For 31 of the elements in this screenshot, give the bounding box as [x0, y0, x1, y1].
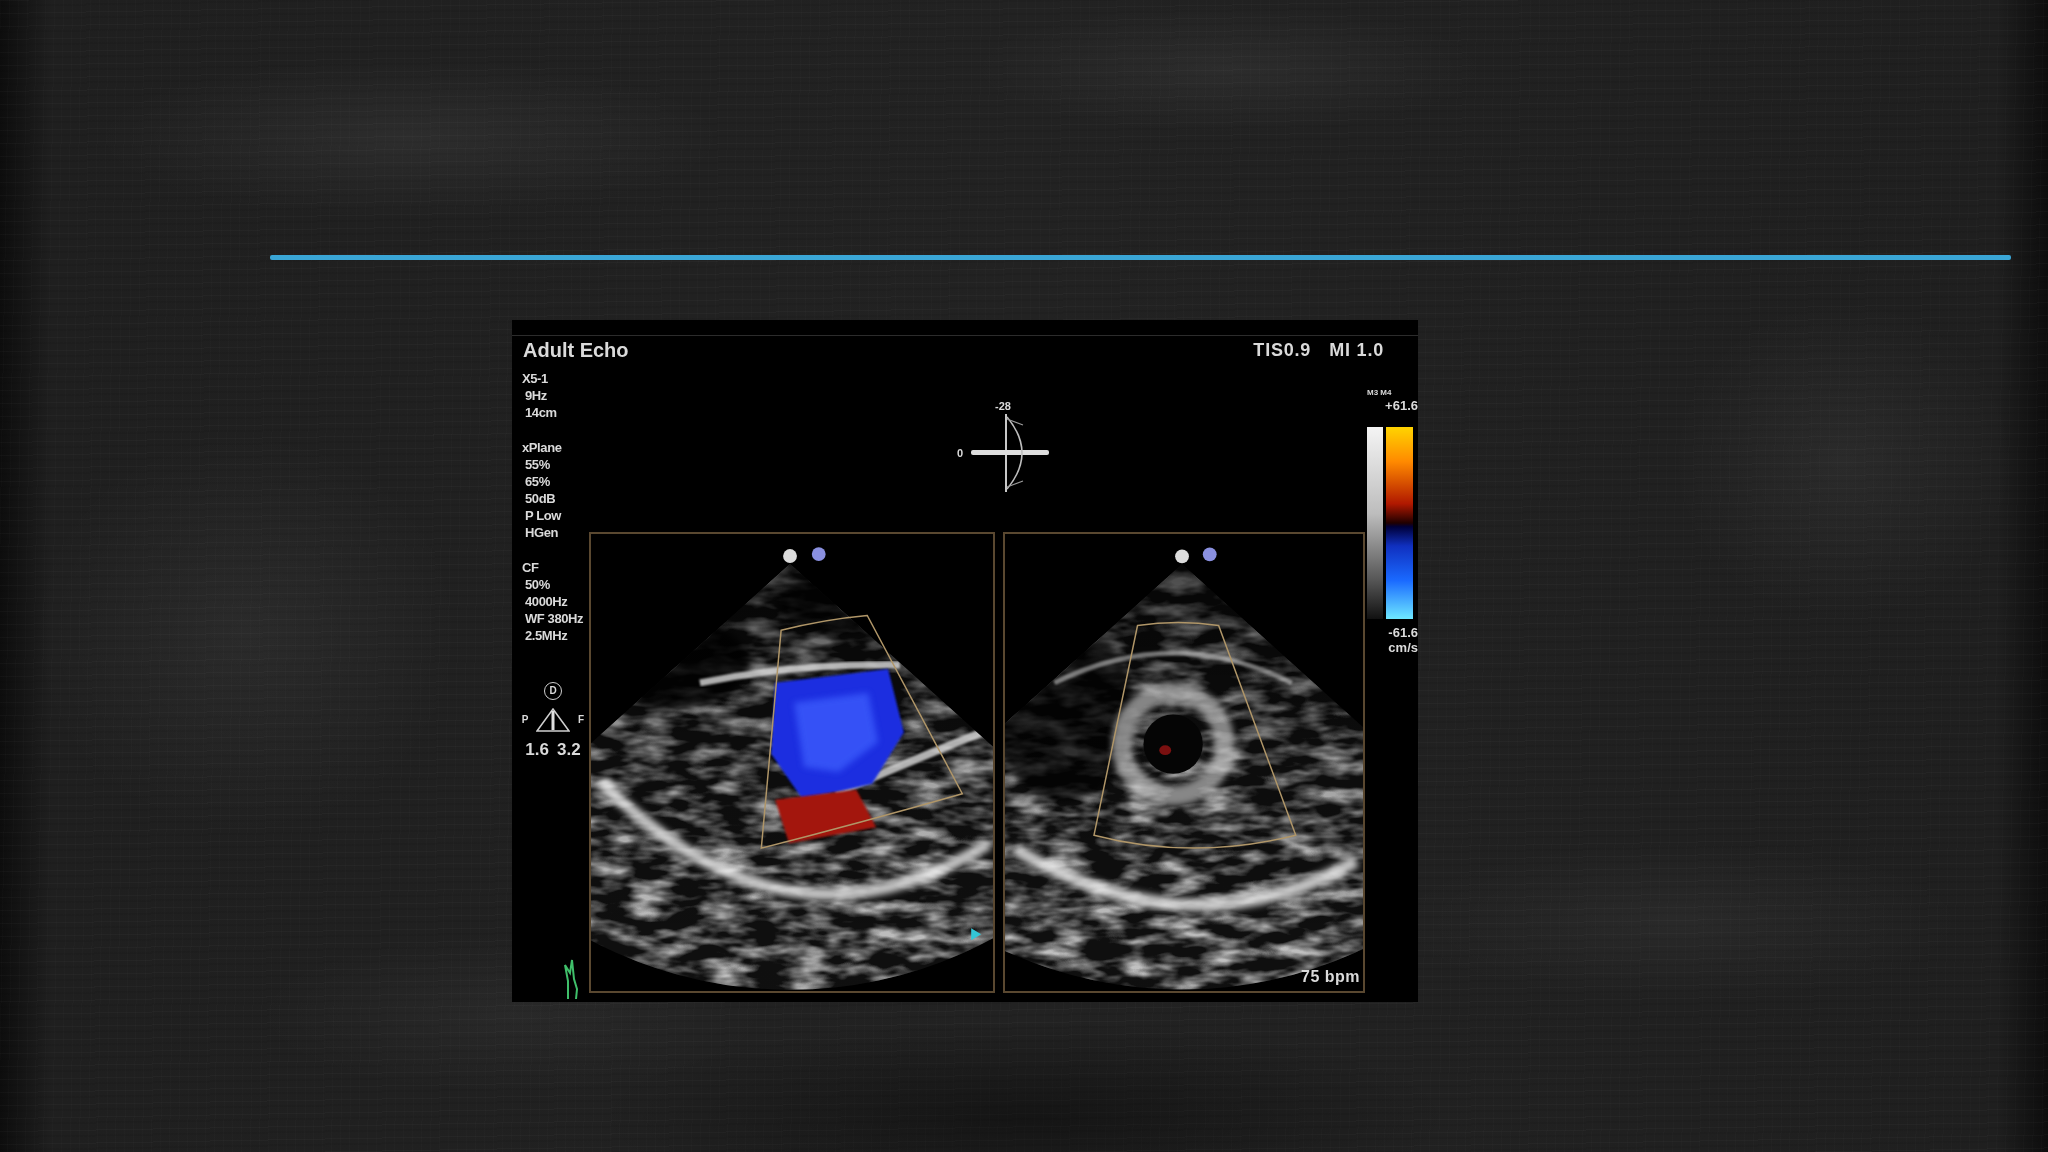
heart-rate-label: 75 bpm — [1301, 968, 1360, 986]
setting-label: X5-1 — [522, 370, 548, 387]
scale-label: M3 M4 — [1367, 388, 1392, 398]
preset-label: Adult Echo — [523, 338, 629, 362]
setting-label: 2.5MHz — [524, 627, 568, 644]
index-label: TIS0.9 — [1253, 339, 1312, 362]
setting-label: 65% — [524, 473, 550, 490]
value-label: 1.6 — [525, 740, 549, 760]
unit-label: cm/s — [1388, 640, 1418, 655]
triangle-icon — [536, 708, 570, 732]
scale-max-label: +61.6 — [1385, 398, 1418, 413]
scale-min-label: -61.6 — [1388, 625, 1418, 640]
value-label: 3.2 — [557, 740, 581, 760]
setting-label: CF — [522, 559, 539, 576]
plane-orientation-icon — [971, 413, 1050, 493]
setting-label: HGen — [524, 524, 559, 541]
index-label: MI 1.0 — [1329, 339, 1384, 362]
setting-label: 14cm — [524, 404, 557, 421]
origin-label: 0 — [956, 446, 964, 460]
setting-label: P Low — [524, 507, 562, 524]
setting-label: 50dB — [524, 490, 556, 507]
setting-label: 55% — [524, 456, 550, 473]
setting-label: 9Hz — [524, 387, 547, 404]
side-label: F — [577, 714, 585, 726]
setting-label: WF 380Hz — [524, 610, 584, 627]
setting-label: 50% — [524, 576, 550, 593]
ecg-trace-icon — [564, 959, 580, 999]
side-label: P — [521, 714, 529, 726]
setting-label: xPlane — [522, 439, 562, 456]
angle-label: -28 — [995, 400, 1011, 413]
setting-label: 4000Hz — [524, 593, 568, 610]
